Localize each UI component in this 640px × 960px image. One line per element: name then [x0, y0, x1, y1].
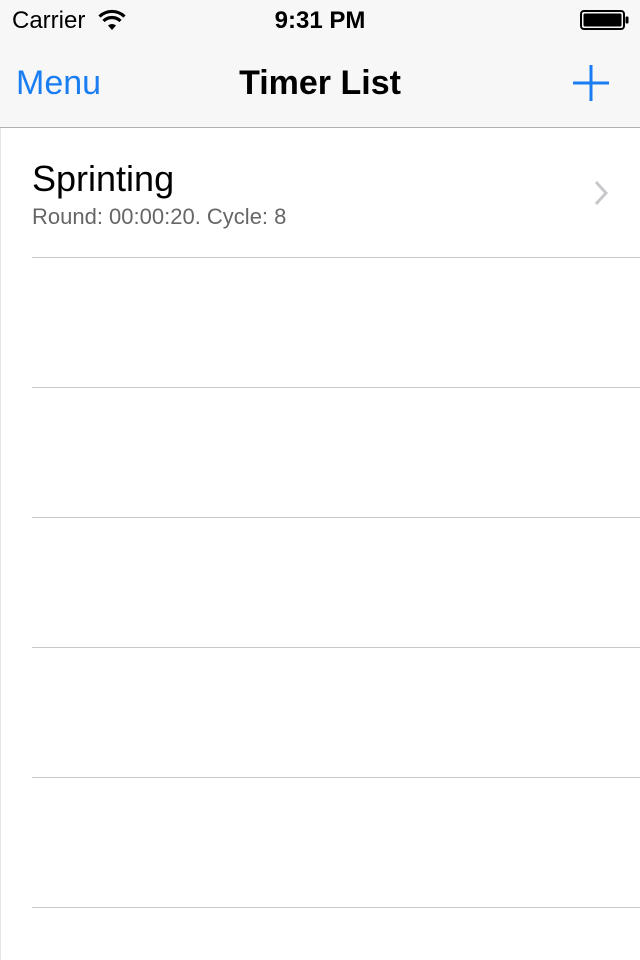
page-title: Timer List — [239, 64, 401, 102]
navigation-bar: Menu Timer List — [0, 40, 640, 128]
table-row-empty — [0, 258, 640, 388]
battery-icon — [580, 10, 629, 30]
chevron-right-icon — [594, 180, 608, 206]
table-row-empty — [0, 518, 640, 648]
screen: Carrier 9:31 PM Menu Timer List Sprintin… — [0, 0, 640, 960]
status-time: 9:31 PM — [274, 7, 366, 34]
table-row-empty — [0, 648, 640, 778]
table-row-empty — [0, 778, 640, 908]
timer-name: Sprinting — [32, 158, 175, 199]
timer-detail: Round: 00:00:20. Cycle: 8 — [32, 204, 287, 229]
plus-icon[interactable] — [572, 64, 610, 102]
row-separator — [32, 907, 640, 908]
table-row-sprinting[interactable]: Sprinting Round: 00:00:20. Cycle: 8 — [0, 128, 640, 258]
timer-list: Sprinting Round: 00:00:20. Cycle: 8 — [0, 128, 640, 908]
table-row-empty — [0, 388, 640, 518]
top-bar: Carrier 9:31 PM Menu Timer List — [0, 0, 640, 128]
status-bar: Carrier 9:31 PM — [0, 0, 640, 40]
